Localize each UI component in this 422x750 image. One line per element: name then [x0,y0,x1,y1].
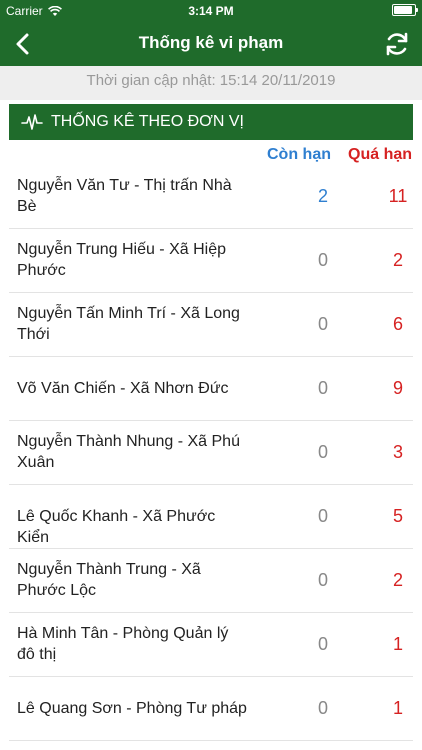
row-name: Nguyễn Trung Hiếu - Xã Hiệp Phước [17,241,226,279]
row-name: Nguyễn Văn Tư - Thị trấn Nhà Bè [17,177,232,215]
column-header-con-han: Còn hạn [267,146,331,163]
refresh-button[interactable] [382,29,412,59]
page-title: Thống kê vi phạm [138,33,284,52]
status-time: 3:14 PM [188,4,234,18]
column-header-qua-han: Quá hạn [348,146,413,163]
table-row[interactable]: Nguyễn Trung Hiếu - Xã Hiệp Phước 0 2 [9,228,413,293]
row-name: Nguyễn Thành Nhung - Xã Phú Xuân [17,433,240,471]
status-bar: Carrier 3:14 PM [0,0,422,22]
row-con-han: 2 [317,186,328,206]
update-time-bar: Thời gian cập nhật: 15:14 20/11/2019 [0,66,422,100]
row-qua-han: 2 [392,250,403,270]
row-con-han: 0 [317,378,328,398]
chevron-left-icon [16,33,29,55]
row-qua-han: 5 [392,506,403,526]
row-con-han: 0 [317,506,328,526]
row-name: Lê Quốc Khanh - Xã Phước Kiển [17,508,216,546]
row-name: Nguyễn Thành Trung - Xã Phước Lộc [17,561,201,599]
row-qua-han: 11 [388,186,408,206]
table-row[interactable]: Võ Văn Chiến - Xã Nhơn Đức 0 9 [9,356,413,421]
status-right [392,4,418,16]
battery-icon [392,4,418,16]
section-header: THỐNG KÊ THEO ĐƠN VỊ [9,104,413,140]
table-row[interactable]: Nguyễn Thành Trung - Xã Phước Lộc 0 2 [9,548,413,613]
table-row[interactable]: Nguyễn Tấn Minh Trí - Xã Long Thới 0 6 [9,292,413,357]
row-name: Lê Quang Sơn - Phòng Tư pháp [17,700,247,717]
row-con-han: 0 [317,442,328,462]
table-row[interactable]: Nguyễn Văn Tư - Thị trấn Nhà Bè 2 11 [9,164,413,229]
row-con-han: 0 [317,314,328,334]
back-button[interactable] [8,28,40,60]
row-con-han: 0 [317,250,328,270]
update-time-text: Thời gian cập nhật: 15:14 20/11/2019 [86,72,336,89]
row-name: Võ Văn Chiến - Xã Nhơn Đức [17,380,229,397]
app-header: Carrier 3:14 PM Thống kê vi phạm [0,0,422,66]
row-name: Hà Minh Tân - Phòng Quản lý đô thị [17,625,229,663]
row-qua-han: 1 [392,634,403,654]
table-row[interactable]: Hà Minh Tân - Phòng Quản lý đô thị 0 1 [9,612,413,677]
row-qua-han: 1 [392,698,403,718]
navbar: Thống kê vi phạm [0,22,422,66]
table-row[interactable]: Nguyễn Thành Nhung - Xã Phú Xuân 0 3 [9,420,413,485]
row-qua-han: 3 [392,442,403,462]
pulse-icon [21,114,43,130]
row-qua-han: 9 [392,378,403,398]
row-qua-han: 2 [392,570,403,590]
row-con-han: 0 [317,570,328,590]
section-title: THỐNG KÊ THEO ĐƠN VỊ [51,113,244,130]
row-qua-han: 6 [392,314,403,334]
table-row[interactable]: Lê Quang Sơn - Phòng Tư pháp 0 1 [9,676,413,741]
refresh-icon [386,32,408,56]
row-con-han: 0 [317,634,328,654]
table-row[interactable]: Lê Quốc Khanh - Xã Phước Kiển 0 5 [9,484,413,549]
stats-card: THỐNG KÊ THEO ĐƠN VỊ Còn hạn Quá hạn Ngu… [9,100,413,750]
row-name: Nguyễn Tấn Minh Trí - Xã Long Thới [17,305,240,343]
row-con-han: 0 [317,698,328,718]
